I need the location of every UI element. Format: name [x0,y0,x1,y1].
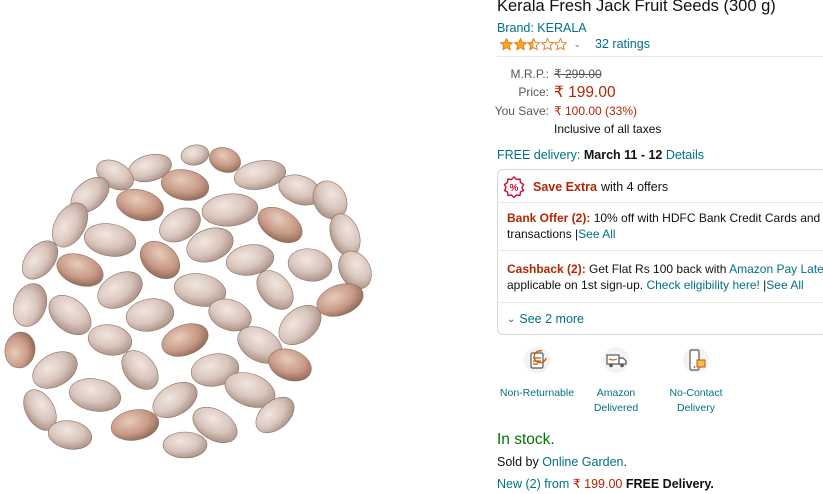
feature-non-returnable[interactable]: Non-Returnable [499,345,575,401]
amazon-pay-later-link[interactable]: Amazon Pay Later. [729,262,823,276]
bank-offer: Bank Offer (2): 10% off with HDFC Bank C… [507,210,823,242]
feature-label-line2: Delivery [677,402,715,414]
new-offers: New (2) from ₹ 199.00 FREE Delivery. [497,476,714,491]
seed [257,207,303,243]
bank-offer-see-all-link[interactable]: See All [578,227,615,241]
new-offers-delivery: FREE Delivery. [625,477,714,491]
seed [162,431,208,459]
check-eligibility-link[interactable]: Check eligibility here! [646,278,759,292]
delivery-truck-icon [603,347,629,373]
feature-label-line1: No-Contact [669,387,723,399]
see-more-label: See 2 more [519,312,585,326]
mrp-label: M.R.P.: [510,67,549,81]
divider [498,202,823,203]
star-icon [527,37,540,51]
new-offers-price: ₹ 199.00 [572,477,623,491]
feature-label-line1: Amazon [596,387,636,399]
divider [498,302,823,303]
divider [497,56,823,57]
star-icon [540,37,554,51]
offers-header: % Save Extra with 4 offers [503,175,668,199]
star-rating[interactable] [500,37,568,51]
svg-text:%: % [510,183,519,194]
offer-badge-icon: % [503,176,525,198]
sold-by-label: Sold by [497,455,539,469]
non-returnable-icon [524,347,550,373]
cashback-text-2: applicable on 1st sign-up. [507,278,644,292]
product-title: Kerala Fresh Jack Fruit Seeds (300 g) [497,0,776,15]
offers-panel: % Save Extra with 4 offers Bank Offer (2… [497,169,823,335]
stock-status: In stock. [497,431,555,448]
seed [116,188,164,222]
delivery-date: March 11 - 12 [583,148,663,162]
cashback-offer: Cashback (2): Get Flat Rs 100 back with … [507,261,823,293]
feature-amazon-delivered[interactable]: Amazon Delivered [578,345,654,416]
price-value: ₹ 199.00 [554,84,616,101]
cashback-text: Get Flat Rs 100 back with [589,262,727,276]
no-contact-delivery-icon [683,347,709,373]
chevron-down-icon[interactable]: ⌄ [574,39,582,50]
offers-count: with 4 offers [600,180,669,194]
feature-label: Amazon Delivered [578,386,654,416]
delivery-details-link[interactable]: Details [666,148,704,162]
seed [180,144,210,166]
star-icon [513,37,527,51]
feature-label: Non-Returnable [499,387,575,399]
seed [12,283,48,327]
see-more-offers-button[interactable]: ⌄ See 2 more [507,312,584,326]
brand-link[interactable]: Brand: KERALA [497,21,587,35]
seed [56,253,104,287]
feature-no-contact-delivery[interactable]: No-Contact Delivery [658,345,734,416]
jackfruit-seeds-illustration [4,144,372,459]
tax-note: Inclusive of all taxes [554,122,662,136]
you-save-value: ₹ 100.00 (33%) [554,104,638,118]
ratings-count-link[interactable]: 32 ratings [595,37,650,51]
seed [68,378,122,412]
mrp-value: ₹ 299.00 [554,67,602,81]
cashback-title: Cashback (2): [507,262,586,276]
price-label: Price: [518,85,549,99]
bank-offer-text: 10% off with HDFC Bank Credit Cards and … [593,211,823,225]
seed [110,409,160,441]
bank-offer-text-2: transactions [507,227,572,241]
feature-label: No-Contact Delivery [658,386,734,416]
feature-label-line2: Delivered [593,402,639,414]
seed [4,331,36,369]
new-offers-link[interactable]: New (2) from [497,477,569,491]
seed [201,193,259,227]
you-save-label: You Save: [494,104,549,118]
product-image[interactable] [0,130,390,460]
chevron-down-icon: ⌄ [507,313,516,325]
star-icon [554,37,567,51]
bank-offer-title: Bank Offer (2): [507,211,591,225]
star-icon [500,37,513,51]
save-extra-label: Save Extra [533,180,597,194]
delivery-info: FREE delivery: March 11 - 12 Details [497,148,704,162]
seed [83,223,137,257]
seller-link[interactable]: Online Garden [542,455,623,469]
seed [287,248,333,282]
free-delivery-label: FREE delivery: [497,148,581,162]
rating-row: ⌄ 32 ratings [500,36,650,52]
sold-by: Sold by Online Garden. [497,455,627,469]
divider [498,250,823,251]
cashback-see-all-link[interactable]: See All [766,278,803,292]
